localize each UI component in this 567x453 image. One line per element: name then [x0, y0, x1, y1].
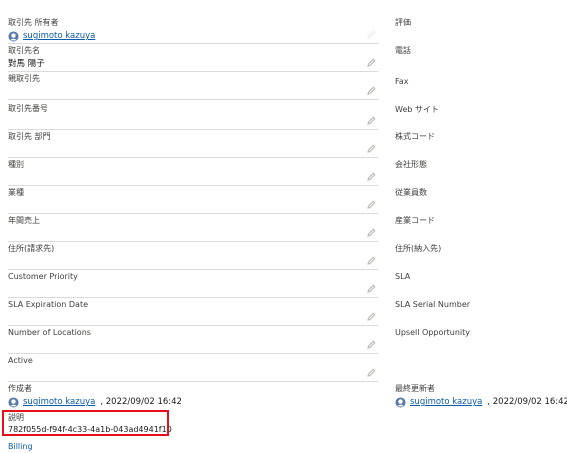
- user-avatar-icon: [8, 30, 19, 42]
- highlight-box: [2, 410, 169, 436]
- field-billing-address: 住所(請求先): [8, 242, 378, 270]
- field-label: 取引先名: [8, 46, 40, 55]
- field-industry: 業種: [8, 186, 378, 214]
- field-account-owner: 取引先 所有者 sugimoto kazuya: [8, 16, 378, 44]
- modified-by-value: sugimoto kazuya , 2022/09/02 16:42: [395, 396, 567, 408]
- field-sic-code: 産業コード: [395, 214, 565, 242]
- field-label: 住所(納入先): [395, 244, 442, 253]
- created-date: , 2022/09/02 16:42: [100, 397, 182, 407]
- field-parent-account: 親取引先: [8, 72, 378, 100]
- field-label: 親取引先: [8, 74, 40, 83]
- edit-pencil-icon[interactable]: [367, 116, 376, 125]
- edit-pencil-icon[interactable]: [367, 200, 376, 209]
- field-label: 住所(請求先): [8, 244, 55, 253]
- field-sla-serial-number: SLA Serial Number: [395, 298, 565, 326]
- edit-pencil-icon[interactable]: [367, 58, 376, 67]
- field-label: 年間売上: [8, 216, 40, 225]
- field-upsell-opportunity: Upsell Opportunity: [395, 326, 565, 354]
- field-label: Number of Locations: [8, 328, 91, 337]
- edit-pencil-icon[interactable]: [367, 144, 376, 153]
- field-label: 取引先 部門: [8, 132, 51, 141]
- created-by-link[interactable]: sugimoto kazuya: [23, 396, 95, 408]
- edit-pencil-icon[interactable]: [367, 30, 376, 39]
- field-created-by: 作成者 sugimoto kazuya , 2022/09/02 16:42: [8, 382, 378, 410]
- field-phone: 電話: [395, 44, 565, 72]
- field-label: Upsell Opportunity: [395, 328, 471, 337]
- field-sla-expiration-date: SLA Expiration Date: [8, 298, 378, 326]
- field-ownership: 会社形態: [395, 158, 565, 186]
- field-employees: 従業員数: [395, 186, 565, 214]
- field-label: Active: [8, 356, 33, 365]
- field-customer-priority: Customer Priority: [8, 270, 378, 298]
- field-label: 評価: [395, 18, 411, 27]
- field-fax: Fax: [395, 75, 565, 103]
- user-avatar-icon: [8, 396, 19, 408]
- field-website: Web サイト: [395, 103, 565, 131]
- field-label: 電話: [395, 46, 411, 55]
- modified-date: , 2022/09/02 16:42: [487, 397, 567, 407]
- field-rating: 評価: [395, 16, 565, 44]
- field-label: 産業コード: [395, 216, 435, 225]
- field-label: 種別: [8, 160, 24, 169]
- field-account-name: 取引先名 對馬 陽子: [8, 44, 378, 72]
- field-label: 会社形態: [395, 160, 427, 169]
- edit-pencil-icon[interactable]: [367, 368, 376, 377]
- edit-pencil-icon[interactable]: [367, 340, 376, 349]
- field-label: Customer Priority: [8, 272, 78, 281]
- account-name-value: 對馬 陽子: [8, 59, 45, 69]
- owner-value: sugimoto kazuya: [8, 30, 95, 42]
- field-shipping-address: 住所(納入先): [395, 242, 565, 270]
- field-last-modified-by: 最終更新者 sugimoto kazuya , 2022/09/02 16:42: [395, 382, 567, 410]
- owner-link[interactable]: sugimoto kazuya: [23, 30, 95, 42]
- field-label: 取引先 所有者: [8, 18, 59, 27]
- field-label: 従業員数: [395, 188, 427, 197]
- user-avatar-icon: [395, 396, 406, 408]
- billing-section-link[interactable]: Billing: [8, 442, 33, 451]
- field-number-of-locations: Number of Locations: [8, 326, 378, 354]
- field-label: 作成者: [8, 384, 32, 393]
- edit-pencil-icon[interactable]: [367, 228, 376, 237]
- field-label: SLA: [395, 272, 411, 281]
- field-label: 取引先番号: [8, 104, 48, 113]
- field-sla: SLA: [395, 270, 565, 298]
- edit-pencil-icon[interactable]: [367, 172, 376, 181]
- edit-pencil-icon[interactable]: [367, 312, 376, 321]
- field-label: SLA Serial Number: [395, 300, 471, 309]
- field-type: 種別: [8, 158, 378, 186]
- field-label: 最終更新者: [395, 384, 435, 393]
- field-annual-revenue: 年間売上: [8, 214, 378, 242]
- edit-pencil-icon[interactable]: [367, 284, 376, 293]
- field-label: 業種: [8, 188, 24, 197]
- edit-pencil-icon[interactable]: [367, 256, 376, 265]
- field-account-number: 取引先番号: [8, 102, 378, 130]
- field-label: 株式コード: [395, 132, 435, 141]
- field-ticker-symbol: 株式コード: [395, 130, 565, 158]
- field-label: Fax: [395, 77, 409, 86]
- field-label: Web サイト: [395, 105, 439, 114]
- field-label: SLA Expiration Date: [8, 300, 89, 309]
- field-active: Active: [8, 354, 378, 382]
- modified-by-link[interactable]: sugimoto kazuya: [410, 396, 482, 408]
- created-by-value: sugimoto kazuya , 2022/09/02 16:42: [8, 396, 182, 408]
- field-account-department: 取引先 部門: [8, 130, 378, 158]
- edit-pencil-icon[interactable]: [367, 86, 376, 95]
